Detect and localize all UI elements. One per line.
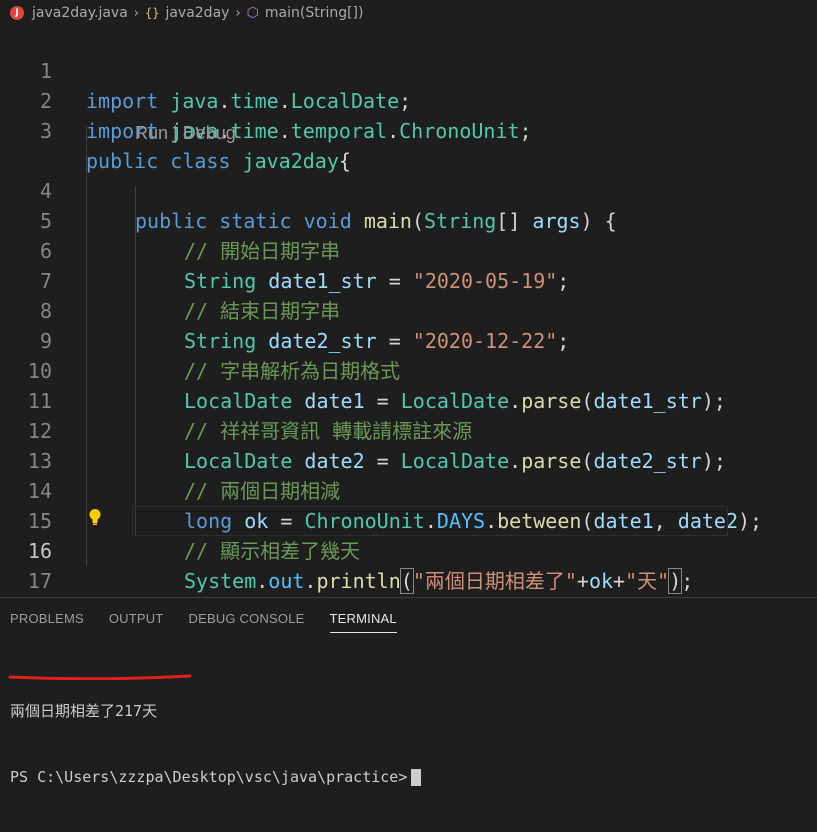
terminal-prompt: PS C:\Users\zzzpa\Desktop\vsc\java\pract… <box>10 768 408 786</box>
code-line: 8 String date2_str = "2020-12-22"; <box>0 266 817 353</box>
code-line: 16 System.out.println("兩個日期相差了"+ok+"天"); <box>0 506 817 594</box>
terminal-content[interactable]: 兩個日期相差了217天 PS C:\Users\zzzpa\Desktop\vs… <box>10 656 422 832</box>
code-line: 3 public class java2day{ <box>0 86 817 173</box>
line-number: 3 <box>39 119 52 143</box>
tab-terminal[interactable]: TERMINAL <box>329 611 397 633</box>
panel-tabs: PROBLEMS OUTPUT DEBUG CONSOLE TERMINAL <box>10 611 422 633</box>
breadcrumb-file[interactable]: java2day.java <box>32 5 128 21</box>
code-line: 7 // 結束日期字串 <box>0 236 817 323</box>
code-line: 9 // 字串解析為日期格式 <box>0 296 817 383</box>
bottom-panel: PROBLEMS OUTPUT DEBUG CONSOLE TERMINAL 兩… <box>0 597 817 786</box>
red-underline-annotation <box>8 674 192 680</box>
code-line: 5 // 開始日期字串 <box>0 176 817 263</box>
terminal-cursor <box>411 769 422 786</box>
terminal-prompt-line: PS C:\Users\zzzpa\Desktop\vsc\java\pract… <box>10 766 422 788</box>
breadcrumb: J java2day.java › {} java2day › ⬡ main(S… <box>0 0 817 26</box>
run-debug-codelens[interactable]: Run | Debug <box>135 122 236 144</box>
chevron-right-icon: › <box>235 5 241 21</box>
tab-problems[interactable]: PROBLEMS <box>10 611 84 633</box>
code-line: 18 } <box>0 566 817 653</box>
code-line: 10 LocalDate date1 = LocalDate.parse(dat… <box>0 326 817 413</box>
code-line: 12 LocalDate date2 = LocalDate.parse(dat… <box>0 386 817 473</box>
code-line: 15 // 顯示相差了幾天 <box>0 476 817 563</box>
class-icon: {} <box>144 6 160 20</box>
tab-output[interactable]: OUTPUT <box>109 611 164 633</box>
code-line: 6 String date1_str = "2020-05-19"; <box>0 206 817 293</box>
breadcrumb-class[interactable]: java2day <box>165 5 229 21</box>
code-line: 13 // 兩個日期相減 <box>0 416 817 503</box>
code-line: 11 // 祥祥哥資訊 轉載請標註來源 <box>0 356 817 443</box>
code-line: 1 import java.time.LocalDate; <box>0 26 817 113</box>
java-file-icon: J <box>10 6 24 20</box>
code-line: 4 public static void main(String[] args)… <box>0 146 817 233</box>
tab-debug-console[interactable]: DEBUG CONSOLE <box>189 611 305 633</box>
code-line: 14 long ok = ChronoUnit.DAYS.between(dat… <box>0 446 817 533</box>
method-cube-icon: ⬡ <box>246 5 259 21</box>
breadcrumb-method[interactable]: main(String[]) <box>265 5 364 21</box>
code-line: 2 import java.time.temporal.ChronoUnit; <box>0 56 817 143</box>
terminal-output-line: 兩個日期相差了217天 <box>10 702 158 720</box>
code-line: 17 } <box>0 536 817 623</box>
code-editor[interactable]: 1 import java.time.LocalDate; 2 import j… <box>0 26 817 653</box>
chevron-right-icon: › <box>133 5 139 21</box>
